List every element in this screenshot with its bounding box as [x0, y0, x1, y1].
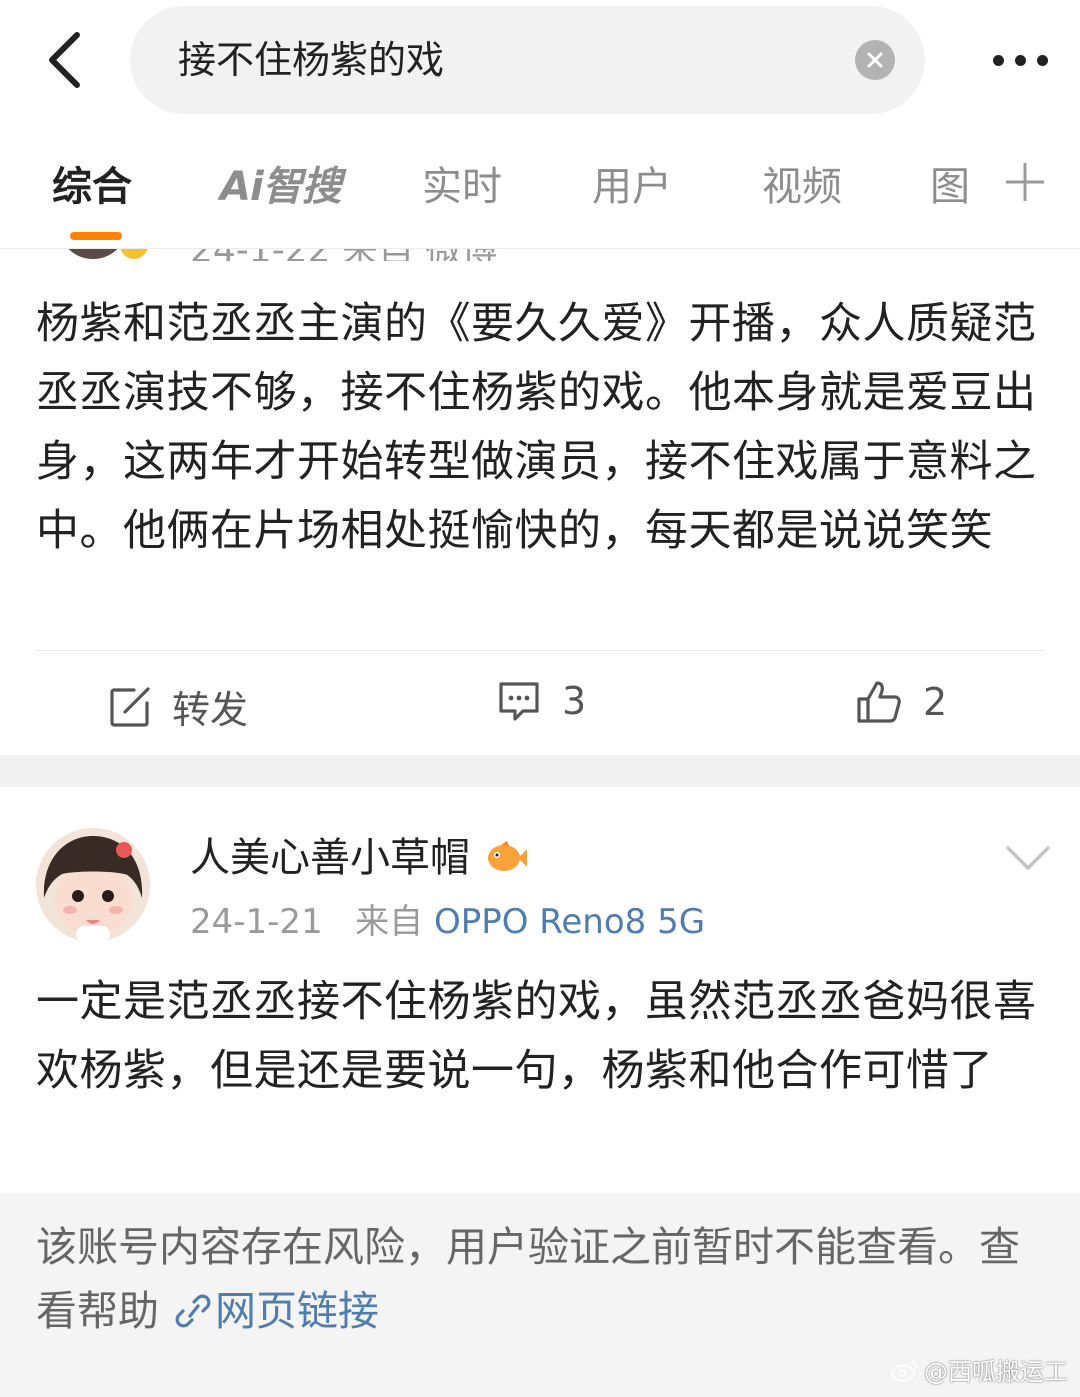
badge-icon	[120, 249, 148, 259]
chevron-left-icon	[49, 32, 80, 88]
close-icon	[867, 52, 883, 68]
post-date: 24-1-21	[190, 902, 323, 942]
card-separator	[0, 755, 1080, 787]
add-tab-icon[interactable]	[1003, 160, 1047, 204]
search-tabs: 综合 Ai智搜 实时 用户 视频 图	[0, 120, 1080, 249]
post2-meta: 24-1-21 来自 OPPO Reno8 5G	[190, 900, 705, 944]
thumbs-up-icon	[857, 681, 901, 723]
from-label: 来自	[355, 902, 424, 942]
risk-notice-text: 该账号内容存在风险，用户验证之前暂时不能查看。查看帮助 网页链接	[36, 1215, 1046, 1343]
comment-button[interactable]: 3	[496, 679, 586, 723]
repost-label: 转发	[172, 688, 249, 732]
web-link-label: 网页链接	[215, 1287, 379, 1335]
tab-video[interactable]: 视频	[762, 162, 842, 212]
username: 人美心善小草帽	[190, 835, 470, 881]
like-button[interactable]: 2	[855, 679, 947, 725]
tab-comprehensive[interactable]: 综合	[52, 162, 132, 212]
tab-images[interactable]: 图	[930, 162, 970, 212]
post2-text: 一定是范丞丞接不住杨紫的戏，虽然范丞丞爸妈很喜欢杨紫，但是还是要说一句，杨紫和他…	[36, 977, 1037, 1096]
post1-actions: 转发 3 2	[0, 665, 1080, 750]
like-count: 2	[923, 680, 948, 724]
clear-search-button[interactable]	[855, 40, 895, 80]
more-dots-icon	[992, 54, 1004, 66]
comment-count: 3	[562, 679, 587, 723]
tab-realtime[interactable]: 实时	[422, 162, 502, 212]
back-button[interactable]	[34, 28, 94, 92]
chevron-down-icon[interactable]	[1005, 842, 1051, 874]
post1-text: 杨紫和范丞丞主演的《要久久爱》开播，众人质疑范丞丞演技不够，接不住杨紫的戏。他本…	[36, 299, 1037, 556]
repost-icon	[110, 686, 150, 727]
user-avatar-image	[36, 828, 150, 942]
post2-author[interactable]: 人美心善小草帽	[190, 832, 528, 884]
weibo-logo-icon	[891, 1360, 918, 1381]
divider	[36, 650, 1044, 651]
post1-header-peek: 24-1-22 来自 微博	[0, 249, 1080, 261]
risk-notice: 该账号内容存在风险，用户验证之前暂时不能查看。查看帮助 网页链接 @西呱搬运工	[0, 1193, 1080, 1397]
avatar	[58, 249, 128, 259]
tab-ai-search[interactable]: Ai智搜	[220, 162, 342, 212]
repost-button[interactable]: 转发	[108, 679, 248, 734]
fish-badge-icon	[488, 841, 527, 871]
web-link[interactable]: 网页链接	[159, 1287, 379, 1335]
avatar[interactable]	[36, 828, 150, 942]
search-query: 接不住杨紫的戏	[178, 38, 445, 82]
comment-icon	[499, 682, 539, 721]
tab-users[interactable]: 用户	[592, 162, 672, 212]
link-icon	[175, 1294, 211, 1328]
active-tab-indicator	[70, 232, 122, 240]
more-options-button[interactable]	[975, 38, 1065, 82]
watermark-text: @西呱搬运工	[924, 1358, 1068, 1386]
device-source[interactable]: OPPO Reno8 5G	[434, 902, 705, 942]
search-input[interactable]: 接不住杨紫的戏	[130, 6, 925, 114]
top-bar: 接不住杨紫的戏	[0, 0, 1080, 120]
watermark: @西呱搬运工	[890, 1352, 1068, 1387]
post1-meta: 24-1-22 来自 微博	[190, 249, 497, 261]
